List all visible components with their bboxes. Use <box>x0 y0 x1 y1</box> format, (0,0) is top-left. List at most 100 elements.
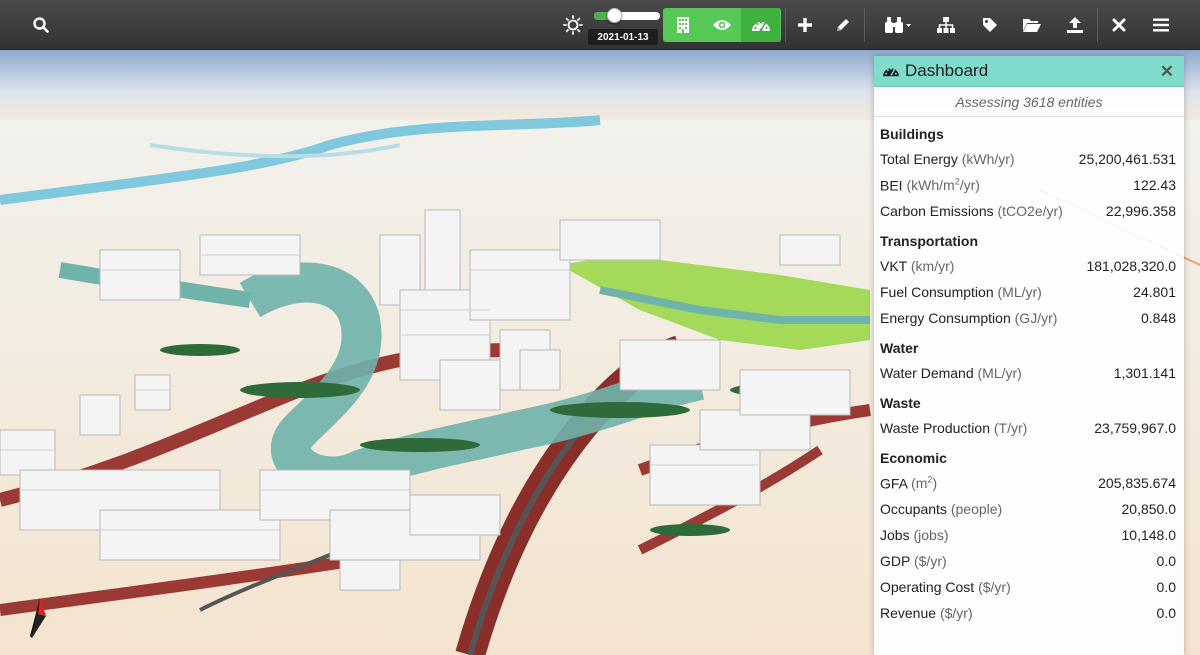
close-icon <box>1112 18 1126 32</box>
metric-row-total-energy: Total Energy (kWh/yr) 25,200,461.531 <box>874 146 1184 172</box>
pencil-icon <box>837 19 849 31</box>
dashboard-subtitle: Assessing 3618 entities <box>874 87 1184 117</box>
metric-label: GDP <box>880 553 911 569</box>
metric-label: Revenue <box>880 605 937 621</box>
folder-open-icon <box>1023 19 1041 32</box>
metric-label: Jobs <box>880 527 910 543</box>
metric-value: 23,759,967.0 <box>1094 420 1176 436</box>
tag-icon <box>983 18 997 32</box>
metric-row-carbon-emissions: Carbon Emissions (tCO2e/yr) 22,996.358 <box>874 198 1184 224</box>
section-transportation: Transportation <box>880 233 979 249</box>
metric-value: 122.43 <box>1133 177 1176 193</box>
date-label: 2021-01-13 <box>588 29 658 45</box>
time-slider-track[interactable] <box>594 12 660 20</box>
toolbar-separator <box>1097 8 1098 42</box>
metric-value: 181,028,320.0 <box>1086 258 1176 274</box>
dashboard-title: Dashboard <box>905 61 989 80</box>
metric-row-fuel-consumption: Fuel Consumption (ML/yr) 24.801 <box>874 279 1184 305</box>
menu-icon <box>1153 18 1169 32</box>
metric-row-operating-cost: Operating Cost ($/yr) 0.0 <box>874 574 1184 600</box>
search-button[interactable] <box>21 0 61 50</box>
add-button[interactable] <box>785 0 825 50</box>
metric-unit: (jobs) <box>913 527 949 543</box>
metric-row-revenue: Revenue ($/yr) 0.0 <box>874 600 1184 626</box>
metric-unit: (ML/yr) <box>997 284 1042 300</box>
metric-label: Water Demand <box>880 365 974 381</box>
section-waste: Waste <box>880 395 921 411</box>
metric-row-waste-production: Waste Production (T/yr) 23,759,967.0 <box>874 415 1184 441</box>
buildings-button[interactable] <box>663 8 702 42</box>
view-button[interactable] <box>702 8 741 42</box>
metric-value: 10,148.0 <box>1121 527 1177 543</box>
metric-unit: ($/yr) <box>913 553 947 569</box>
metric-value: 0.0 <box>1156 605 1176 621</box>
compass-icon[interactable] <box>26 596 50 640</box>
metric-unit: (km/yr) <box>910 258 955 274</box>
open-folder-button[interactable] <box>1012 0 1052 50</box>
metric-row-vkt: VKT (km/yr) 181,028,320.0 <box>874 253 1184 279</box>
metric-unit: (kWh/yr) <box>961 151 1015 167</box>
plus-icon <box>798 18 812 32</box>
menu-button[interactable] <box>1141 0 1181 50</box>
metric-row-occupants: Occupants (people) 20,850.0 <box>874 496 1184 522</box>
time-slider[interactable]: 2021-01-13 <box>588 6 664 45</box>
metric-unit: (ML/yr) <box>977 365 1022 381</box>
metric-row-gdp: GDP ($/yr) 0.0 <box>874 548 1184 574</box>
metric-unit: (T/yr) <box>993 420 1028 436</box>
metric-value: 0.0 <box>1156 579 1176 595</box>
section-buildings: Buildings <box>880 126 944 142</box>
close-button[interactable] <box>1099 0 1139 50</box>
metric-label: BEI <box>880 177 903 194</box>
edit-button[interactable] <box>823 0 863 50</box>
metric-label: Carbon Emissions <box>880 203 994 219</box>
upload-icon <box>1067 17 1083 33</box>
dashboard-icon <box>883 67 899 77</box>
metric-value: 1,301.141 <box>1113 365 1176 381</box>
metric-value: 22,996.358 <box>1105 203 1176 219</box>
dashboard-close-button[interactable]: ✕ <box>1160 62 1174 82</box>
tag-button[interactable] <box>970 0 1010 50</box>
metric-label: Energy Consumption <box>880 310 1011 326</box>
metric-row-bei: BEI (kWh/m2/yr) 122.43 <box>874 172 1184 198</box>
hierarchy-icon <box>937 17 955 33</box>
hierarchy-button[interactable] <box>926 0 966 50</box>
explore-dropdown-button[interactable] <box>875 0 921 50</box>
brightness-button[interactable] <box>553 0 593 50</box>
metric-label: Waste Production <box>880 420 990 436</box>
binoculars-icon <box>885 17 911 33</box>
metric-unit: ($/yr) <box>939 605 973 621</box>
metric-value: 205,835.674 <box>1098 475 1176 491</box>
dashboard-button[interactable] <box>741 8 780 42</box>
metric-value: 24.801 <box>1133 284 1176 300</box>
metric-unit: (people) <box>950 501 1003 517</box>
metric-value: 0.848 <box>1140 310 1176 326</box>
metric-label: GFA <box>880 475 908 492</box>
upload-button[interactable] <box>1055 0 1095 50</box>
metric-value: 25,200,461.531 <box>1078 151 1176 167</box>
metric-unit: (m2) <box>911 474 938 492</box>
section-economic: Economic <box>880 450 947 466</box>
metric-label: Fuel Consumption <box>880 284 994 300</box>
toolbar-separator <box>864 8 865 42</box>
dashboard-icon <box>751 21 770 32</box>
metric-unit: (kWh/m2/yr) <box>906 176 980 194</box>
metric-label: Occupants <box>880 501 947 517</box>
time-slider-handle[interactable] <box>607 8 622 23</box>
metric-row-energy-consumption: Energy Consumption (GJ/yr) 0.848 <box>874 305 1184 331</box>
search-icon <box>33 17 49 33</box>
metric-unit: (tCO2e/yr) <box>997 203 1063 219</box>
metric-label: VKT <box>880 258 907 274</box>
buildings-icon <box>676 17 689 33</box>
metric-unit: (GJ/yr) <box>1014 310 1058 326</box>
metric-row-gfa: GFA (m2) 205,835.674 <box>874 470 1184 496</box>
metric-value: 20,850.0 <box>1121 501 1177 517</box>
metric-label: Operating Cost <box>880 579 975 595</box>
metric-unit: ($/yr) <box>978 579 1011 595</box>
section-water: Water <box>880 340 919 356</box>
main-toolbar: 2021-01-13 <box>0 0 1200 50</box>
dashboard-header: Dashboard ✕ <box>874 56 1184 87</box>
view-mode-group <box>663 8 781 42</box>
eye-icon <box>712 20 731 30</box>
metric-row-jobs: Jobs (jobs) 10,148.0 <box>874 522 1184 548</box>
metric-value: 0.0 <box>1156 553 1176 569</box>
